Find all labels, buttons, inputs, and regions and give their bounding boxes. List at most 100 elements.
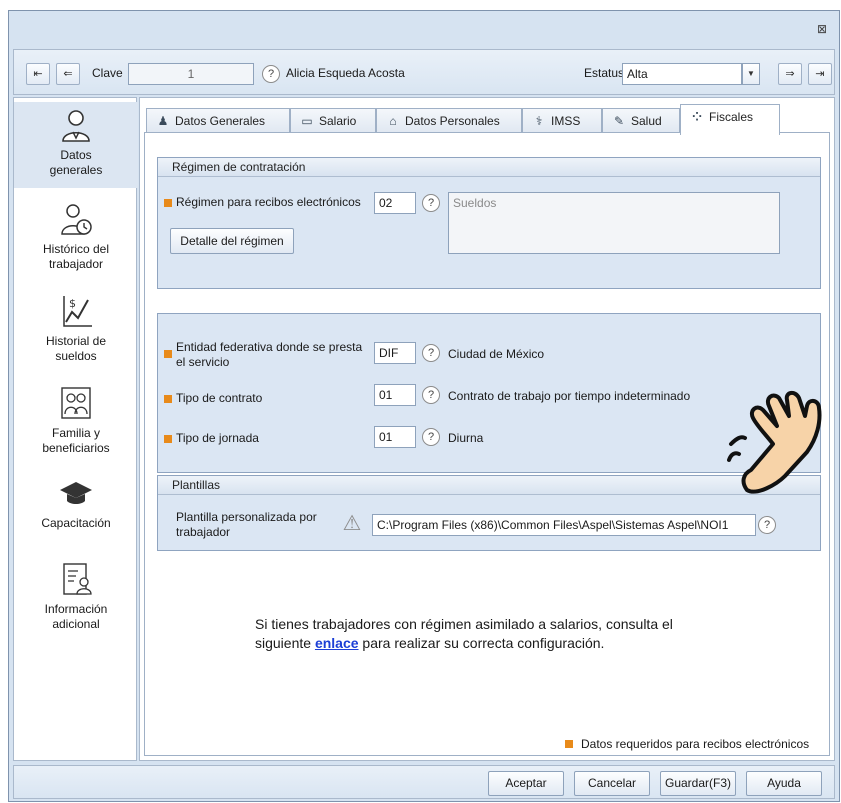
regimen-group: Régimen de contratación Régimen para rec… — [157, 157, 821, 289]
tab-label: Fiscales — [709, 110, 754, 124]
tab-label: Salario — [319, 114, 357, 128]
jornada-code-field[interactable]: 01 — [374, 426, 416, 448]
entidad-code-field[interactable]: DIF — [374, 342, 416, 364]
sidebar: Datos generales Histórico del trabajador… — [13, 97, 138, 761]
previous-record-button[interactable]: ⇐ — [56, 63, 80, 85]
regimen-description: Sueldos — [448, 192, 780, 254]
person-icon: ♟ — [157, 114, 169, 128]
notice-line-1: Si tienes trabajadores con régimen asimi… — [255, 616, 673, 632]
tab-label: Salud — [631, 114, 662, 128]
required-marker — [565, 740, 573, 748]
tab-salud[interactable]: ✎ Salud — [602, 108, 680, 134]
sidebar-item-label: Familia y beneficiarios — [42, 426, 110, 455]
plantilla-path-field[interactable]: C:\Program Files (x86)\Common Files\Aspe… — [372, 514, 756, 536]
sidebar-item-label: Histórico del trabajador — [42, 242, 110, 271]
record-toolbar: ⇤ ⇐ Clave 1 ? Alicia Esqueda Acosta Esta… — [13, 49, 835, 95]
contrato-description: Contrato de trabajo por tiempo indetermi… — [448, 389, 691, 403]
contrato-code-field[interactable]: 01 — [374, 384, 416, 406]
employee-name: Alicia Esqueda Acosta — [286, 66, 405, 80]
sidebar-item-historial-sueldos[interactable]: $ Historial de sueldos — [14, 294, 138, 364]
warning-icon: ⚠ — [342, 512, 362, 535]
next-record-button[interactable]: ⇒ — [778, 63, 802, 85]
aceptar-button[interactable]: Aceptar — [488, 771, 564, 796]
employee-window: ⊠ ⇤ ⇐ Clave 1 ? Alicia Esqueda Acosta Es… — [8, 10, 840, 802]
last-icon: ⇥ — [815, 68, 825, 80]
sidebar-item-label: Datos generales — [49, 148, 103, 177]
entidad-description: Ciudad de México — [448, 347, 545, 361]
plantillas-group-title: Plantillas — [158, 476, 820, 495]
estatus-label: Estatus — [584, 66, 625, 80]
required-marker — [164, 199, 172, 207]
contrato-label: Tipo de contrato — [176, 391, 263, 405]
regimen-code-field[interactable]: 02 — [374, 192, 416, 214]
estatus-select[interactable]: Alta — [622, 63, 742, 85]
required-marker — [164, 435, 172, 443]
required-marker — [164, 350, 172, 358]
cancelar-button[interactable]: Cancelar — [574, 771, 650, 796]
sidebar-item-informacion-adicional[interactable]: Información adicional — [14, 562, 138, 632]
required-marker — [164, 395, 172, 403]
notice-line-2: siguiente enlace para realizar su correc… — [255, 634, 775, 653]
previous-icon: ⇐ — [63, 68, 73, 80]
tab-bar: ♟ Datos Generales ▭ Salario ⌂ Datos Persona… — [140, 104, 834, 135]
notice-text: para realizar su correcta configuración. — [362, 635, 605, 651]
tab-imss[interactable]: ⚕ IMSS — [522, 108, 602, 134]
tab-fiscales[interactable]: ⁘ Fiscales — [680, 104, 780, 135]
jornada-help-icon[interactable]: ? — [422, 428, 440, 446]
pointing-hand-icon — [727, 391, 822, 494]
person-clock-icon — [61, 204, 92, 235]
close-icon[interactable]: ⊠ — [815, 23, 829, 35]
tab-label: Datos Generales — [175, 114, 266, 128]
servicio-group: Entidad federativa donde se presta el se… — [157, 313, 821, 473]
footer-bar: Aceptar Cancelar Guardar(F3) Ayuda — [13, 765, 835, 799]
sidebar-item-familia[interactable]: Familia y beneficiarios — [14, 386, 138, 456]
family-icon — [61, 387, 91, 419]
contrato-help-icon[interactable]: ? — [422, 386, 440, 404]
regimen-label: Régimen para recibos electrónicos — [176, 195, 361, 209]
salary-chart-icon: $ — [63, 296, 92, 327]
next-icon: ⇒ — [785, 68, 795, 80]
plantilla-label: Plantilla personalizada por trabajador — [176, 510, 317, 539]
sidebar-item-historico[interactable]: Histórico del trabajador — [14, 202, 138, 272]
jornada-description: Diurna — [448, 431, 484, 445]
ayuda-button[interactable]: Ayuda — [746, 771, 822, 796]
money-icon: ▭ — [301, 114, 313, 128]
grid-dots-icon: ⁘ — [691, 110, 703, 124]
regimen-help-icon[interactable]: ? — [422, 194, 440, 212]
document-person-icon — [63, 563, 92, 595]
enlace-link[interactable]: enlace — [315, 635, 359, 651]
sidebar-item-capacitacion[interactable]: Capacitación — [14, 476, 138, 531]
plantilla-help-icon[interactable]: ? — [758, 516, 776, 534]
first-icon: ⇤ — [33, 68, 43, 80]
legend-text: Datos requeridos para recibos electrónic… — [581, 737, 810, 751]
clave-help-icon[interactable]: ? — [262, 65, 280, 83]
house-icon: ⌂ — [389, 114, 397, 128]
detalle-regimen-button[interactable]: Detalle del régimen — [170, 228, 294, 254]
tab-datos-personales[interactable]: ⌂ Datos Personales — [376, 108, 522, 134]
sidebar-item-label: Información adicional — [44, 602, 108, 631]
chevron-down-icon[interactable]: ▼ — [742, 63, 760, 85]
graduation-cap-icon — [60, 482, 92, 504]
tab-salario[interactable]: ▭ Salario — [290, 108, 376, 134]
person-icon — [62, 110, 90, 142]
title-bar: ⊠ — [9, 11, 839, 47]
regimen-group-title: Régimen de contratación — [158, 158, 820, 177]
asimilados-notice: Si tienes trabajadores con régimen asimi… — [255, 615, 775, 653]
syringe-icon: ✎ — [613, 114, 625, 128]
clave-label: Clave — [92, 66, 123, 80]
first-record-button[interactable]: ⇤ — [26, 63, 50, 85]
tab-datos-generales[interactable]: ♟ Datos Generales — [146, 108, 290, 134]
entidad-label: Entidad federativa donde se presta el se… — [176, 340, 363, 369]
entidad-help-icon[interactable]: ? — [422, 344, 440, 362]
clave-field[interactable]: 1 — [128, 63, 254, 85]
sidebar-item-datos-generales[interactable]: Datos generales — [14, 102, 138, 188]
notice-text: siguiente — [255, 635, 312, 651]
svg-text:$: $ — [69, 297, 76, 310]
last-record-button[interactable]: ⇥ — [808, 63, 832, 85]
guardar-button[interactable]: Guardar(F3) — [660, 771, 736, 796]
tab-label: IMSS — [551, 114, 581, 128]
plantillas-group: Plantillas Plantilla personalizada por t… — [157, 475, 821, 551]
jornada-label: Tipo de jornada — [176, 431, 259, 445]
tab-label: Datos Personales — [405, 114, 500, 128]
sidebar-item-label: Historial de sueldos — [45, 334, 107, 363]
